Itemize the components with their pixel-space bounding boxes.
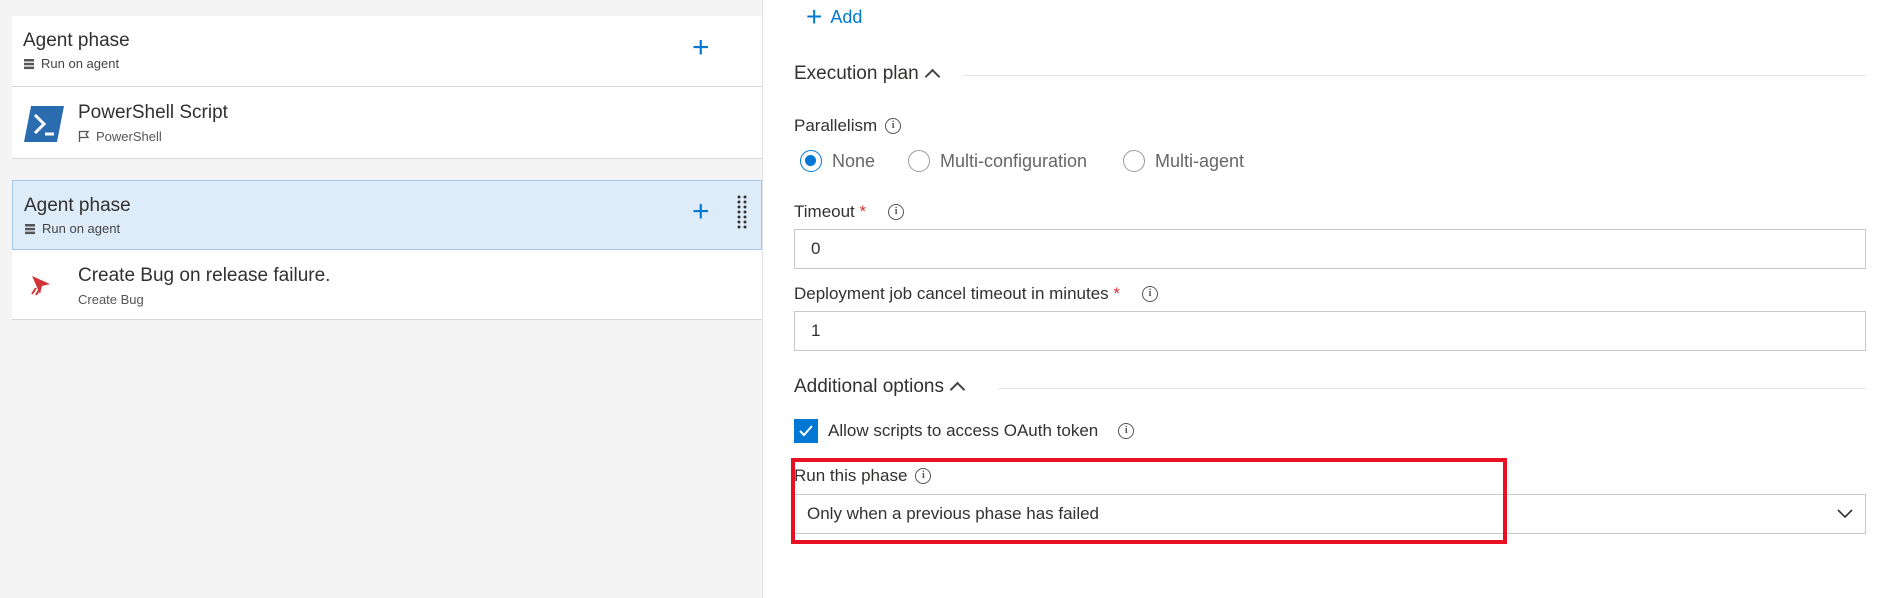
- phase-title: Agent phase: [24, 195, 131, 216]
- radio-dot: [800, 150, 822, 172]
- phase-title: Agent phase: [23, 30, 130, 51]
- agent-phase-2[interactable]: Agent phase Run on agent +: [12, 180, 762, 250]
- chevron-down-icon: [1837, 509, 1853, 519]
- radio-dot: [908, 150, 930, 172]
- flag-icon: [78, 130, 90, 142]
- phase-settings-panel: + Add Execution plan Parallelism i None …: [763, 0, 1885, 598]
- required-mark: *: [1113, 284, 1121, 303]
- cancel-timeout-label: Deployment job cancel timeout in minutes…: [794, 284, 1159, 304]
- oauth-checkbox-row[interactable]: Allow scripts to access OAuth token i: [794, 419, 1135, 443]
- divider: [998, 388, 1866, 389]
- task-title: Create Bug on release failure.: [78, 265, 331, 286]
- parallelism-label: Parallelism i: [794, 116, 902, 136]
- check-icon: [799, 425, 813, 437]
- highlight-box: [791, 458, 1507, 544]
- agent-phase-1[interactable]: Agent phase Run on agent +: [12, 16, 762, 87]
- radio-none[interactable]: None: [800, 150, 875, 172]
- phase-subtitle: Run on agent: [42, 221, 121, 236]
- add-label: Add: [830, 6, 863, 27]
- task-powershell[interactable]: PowerShell Script PowerShell: [12, 87, 762, 159]
- bug-rocket-icon: [31, 276, 50, 296]
- powershell-icon: [24, 106, 64, 142]
- oauth-label: Allow scripts to access OAuth token: [828, 421, 1099, 440]
- phase-subtitle: Run on agent: [41, 56, 120, 71]
- add-task-button[interactable]: +: [692, 197, 710, 227]
- task-create-bug[interactable]: Create Bug on release failure. Create Bu…: [12, 250, 762, 320]
- server-icon: [24, 58, 34, 69]
- cancel-timeout-input[interactable]: 1: [794, 311, 1866, 351]
- phases-panel: Agent phase Run on agent + PowerShell Sc…: [0, 0, 763, 598]
- radio-dot: [1123, 150, 1145, 172]
- chevron-up-icon: [924, 68, 940, 85]
- checkbox[interactable]: [794, 419, 818, 443]
- execution-plan-header[interactable]: Execution plan: [794, 63, 940, 85]
- add-link[interactable]: + Add: [806, 3, 862, 31]
- info-icon[interactable]: i: [1142, 286, 1159, 302]
- info-icon[interactable]: i: [888, 204, 905, 220]
- drag-handle-icon[interactable]: [736, 194, 748, 232]
- plus-icon: +: [806, 1, 823, 32]
- divider: [963, 75, 1866, 76]
- timeout-input[interactable]: 0: [794, 229, 1866, 269]
- task-subtitle: PowerShell: [96, 129, 162, 144]
- info-icon[interactable]: i: [885, 118, 902, 134]
- add-task-button[interactable]: +: [692, 33, 710, 63]
- info-icon[interactable]: i: [1118, 423, 1135, 439]
- task-title: PowerShell Script: [78, 102, 228, 123]
- required-mark: *: [859, 202, 867, 221]
- server-icon: [25, 223, 35, 234]
- chevron-up-icon: [949, 381, 966, 398]
- additional-options-header[interactable]: Additional options: [794, 376, 966, 398]
- radio-multi-configuration[interactable]: Multi-configuration: [908, 150, 1087, 172]
- timeout-label: Timeout * i: [794, 202, 905, 222]
- task-subtitle: Create Bug: [78, 292, 144, 307]
- radio-multi-agent[interactable]: Multi-agent: [1123, 150, 1244, 172]
